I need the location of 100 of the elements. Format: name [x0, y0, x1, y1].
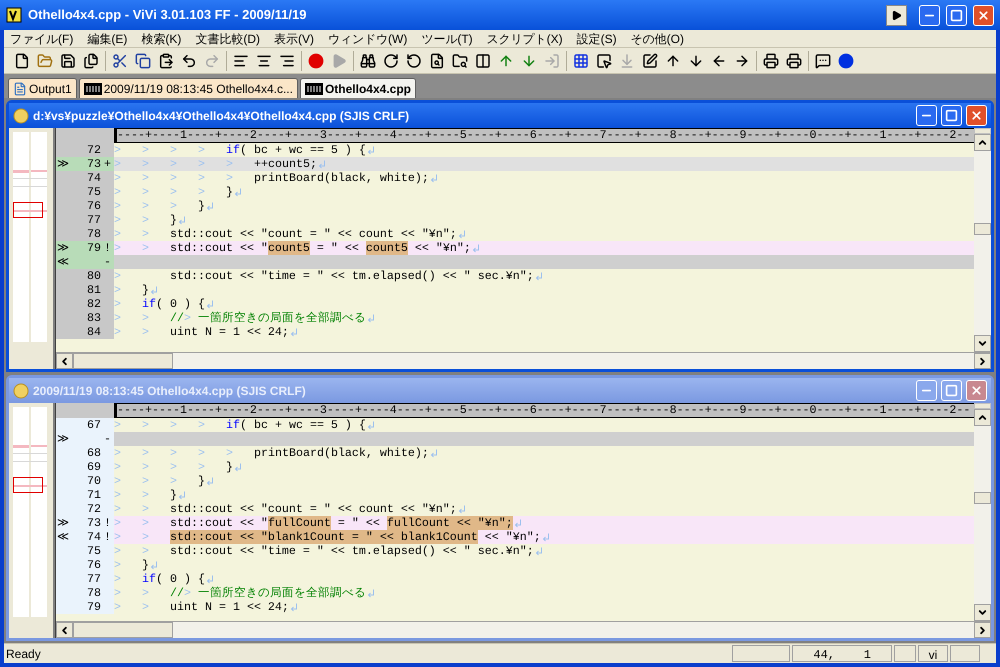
line-number: 73: [87, 516, 101, 530]
code-text: > > > > if( bc + wc == 5 ) {: [114, 143, 366, 157]
code-text: > > > > > printBoard(black, white);: [114, 446, 429, 460]
document-tab[interactable]: 2009/11/19 08:13:45 Othello4x4.c...: [78, 78, 298, 98]
line-number: 79: [87, 600, 101, 614]
document-title: d:¥vs¥puzzle¥Othello4x4¥Othello4x4¥Othello4x4.cpp (SJIS CRLF): [33, 108, 410, 124]
close-button[interactable]: [966, 105, 987, 126]
line-number: 78: [87, 586, 101, 600]
line-number: 79: [87, 241, 101, 255]
column-ruler: ----+----1----+----2----+----3----+----4----+----5----+----6----+----7----+----8----+----9----+----0----+----1----+----2--: [114, 403, 974, 418]
line-number: 72: [87, 143, 101, 157]
document-icon: [13, 108, 29, 124]
scroll-thumb[interactable]: [974, 492, 991, 504]
cursor-position: 44, 1: [792, 645, 892, 662]
diff-status-label: +: [104, 157, 111, 171]
diff-marker: ≫: [57, 241, 70, 255]
code-text: > > > > if( bc + wc == 5 ) {: [114, 418, 366, 432]
vertical-scrollbar[interactable]: [974, 403, 991, 621]
line-number: 76: [87, 199, 101, 213]
menu-button[interactable]: [886, 4, 907, 26]
menu-item[interactable]: 文書比較(D): [195, 30, 260, 48]
maximize-icon[interactable]: [945, 109, 958, 122]
line-number: 75: [87, 544, 101, 558]
code-text: > > std::cout << "count = " << count << "¥n";: [114, 502, 457, 516]
close-icon[interactable]: [970, 109, 983, 122]
close-icon[interactable]: [970, 384, 983, 397]
minimize-button[interactable]: [916, 105, 937, 126]
editor-mode: vi: [918, 645, 948, 662]
status-panel: [732, 645, 790, 662]
code-text: > > }: [114, 213, 177, 227]
code-text: > > //> 一箇所空きの局面を全部調べる: [114, 311, 366, 325]
status-panel: [894, 645, 916, 662]
close-button[interactable]: [966, 380, 987, 401]
line-number: 72: [87, 502, 101, 516]
code-text: > > std::cout << "count = " << count << "¥n";: [114, 227, 457, 241]
horizontal-scrollbar[interactable]: [56, 621, 991, 638]
code-text: > if( 0 ) {: [114, 572, 205, 586]
menu-item[interactable]: 編集(E): [87, 30, 128, 48]
app-icon: [6, 7, 22, 23]
document-icon: [13, 382, 29, 398]
diff-status-label: -: [104, 255, 111, 269]
line-number: 80: [87, 269, 101, 283]
scroll-thumb[interactable]: [73, 622, 173, 638]
diff-marker: ≪: [57, 530, 70, 544]
scroll-up-icon[interactable]: [977, 137, 988, 148]
document-tab[interactable]: Output1: [8, 78, 77, 98]
diff-marker: ≫: [57, 157, 70, 171]
minimize-button[interactable]: [919, 4, 940, 26]
menu-item[interactable]: 表示(V): [274, 30, 314, 48]
vertical-scrollbar[interactable]: [974, 128, 991, 352]
document-tab[interactable]: Othello4x4.cpp: [300, 78, 416, 98]
line-number: 74: [87, 530, 101, 544]
close-icon[interactable]: [977, 8, 990, 22]
menu-item[interactable]: その他(O): [630, 30, 684, 48]
scroll-thumb[interactable]: [974, 223, 991, 235]
menu-item[interactable]: ファイル(F): [10, 30, 74, 48]
line-number: 73: [87, 157, 101, 171]
scroll-down-icon[interactable]: [977, 338, 988, 349]
code-text: > > std::cout << "blank1Count = " << blank1Count << "¥n";: [114, 530, 541, 544]
line-number: 83: [87, 311, 101, 325]
code-text: > if( 0 ) {: [114, 297, 205, 311]
horizontal-scrollbar[interactable]: [56, 352, 991, 369]
compare-icon: [304, 82, 323, 94]
maximize-button[interactable]: [946, 4, 967, 26]
menu-item[interactable]: 設定(S): [576, 30, 617, 48]
line-number: 77: [87, 572, 101, 586]
code-text: > > > }: [114, 474, 205, 488]
scroll-thumb[interactable]: [73, 353, 173, 369]
line-number: 84: [87, 325, 101, 339]
diff-status-label: !: [104, 241, 111, 255]
status-panel: [950, 645, 980, 662]
menu-item[interactable]: スクリプト(X): [486, 30, 563, 48]
code-text: > > std::cout << "count5 = " << count5 << "¥n";: [114, 241, 471, 255]
line-number: 68: [87, 446, 101, 460]
play-icon[interactable]: [891, 10, 902, 20]
code-text: > > std::cout << "fullCount = " << fullCount << "¥n";: [114, 516, 513, 530]
ruler-margin: [56, 403, 114, 418]
line-number: 81: [87, 283, 101, 297]
line-number: 76: [87, 558, 101, 572]
diff-status-label: -: [104, 432, 111, 446]
line-number: 82: [87, 297, 101, 311]
menu-item[interactable]: ウィンドウ(W): [328, 30, 408, 48]
status-text: Ready: [6, 646, 42, 662]
code-text: > > std::cout << "time = " << tm.elapsed() << " sec.¥n";: [114, 544, 534, 558]
menu-item[interactable]: 検索(K): [141, 30, 182, 48]
window-title: Othello4x4.cpp - ViVi 3.01.103 FF - 2009/11/19: [28, 6, 308, 24]
code-text: > }: [114, 558, 149, 572]
code-text: > > }: [114, 488, 177, 502]
code-text: > std::cout << "time = " << tm.elapsed() << " sec.¥n";: [114, 269, 534, 283]
menu-item[interactable]: ツール(T): [421, 30, 473, 48]
code-text: > > > > }: [114, 185, 233, 199]
maximize-icon[interactable]: [950, 8, 963, 22]
close-button[interactable]: [973, 4, 994, 26]
line-number: 69: [87, 460, 101, 474]
code-text: > > > > > printBoard(black, white);: [114, 171, 429, 185]
document-title: 2009/11/19 08:13:45 Othello4x4.cpp (SJIS CRLF): [33, 382, 307, 400]
scroll-down-icon[interactable]: [977, 607, 988, 618]
scroll-up-icon[interactable]: [977, 412, 988, 423]
diff-status-label: !: [104, 516, 111, 530]
maximize-button[interactable]: [941, 105, 962, 126]
